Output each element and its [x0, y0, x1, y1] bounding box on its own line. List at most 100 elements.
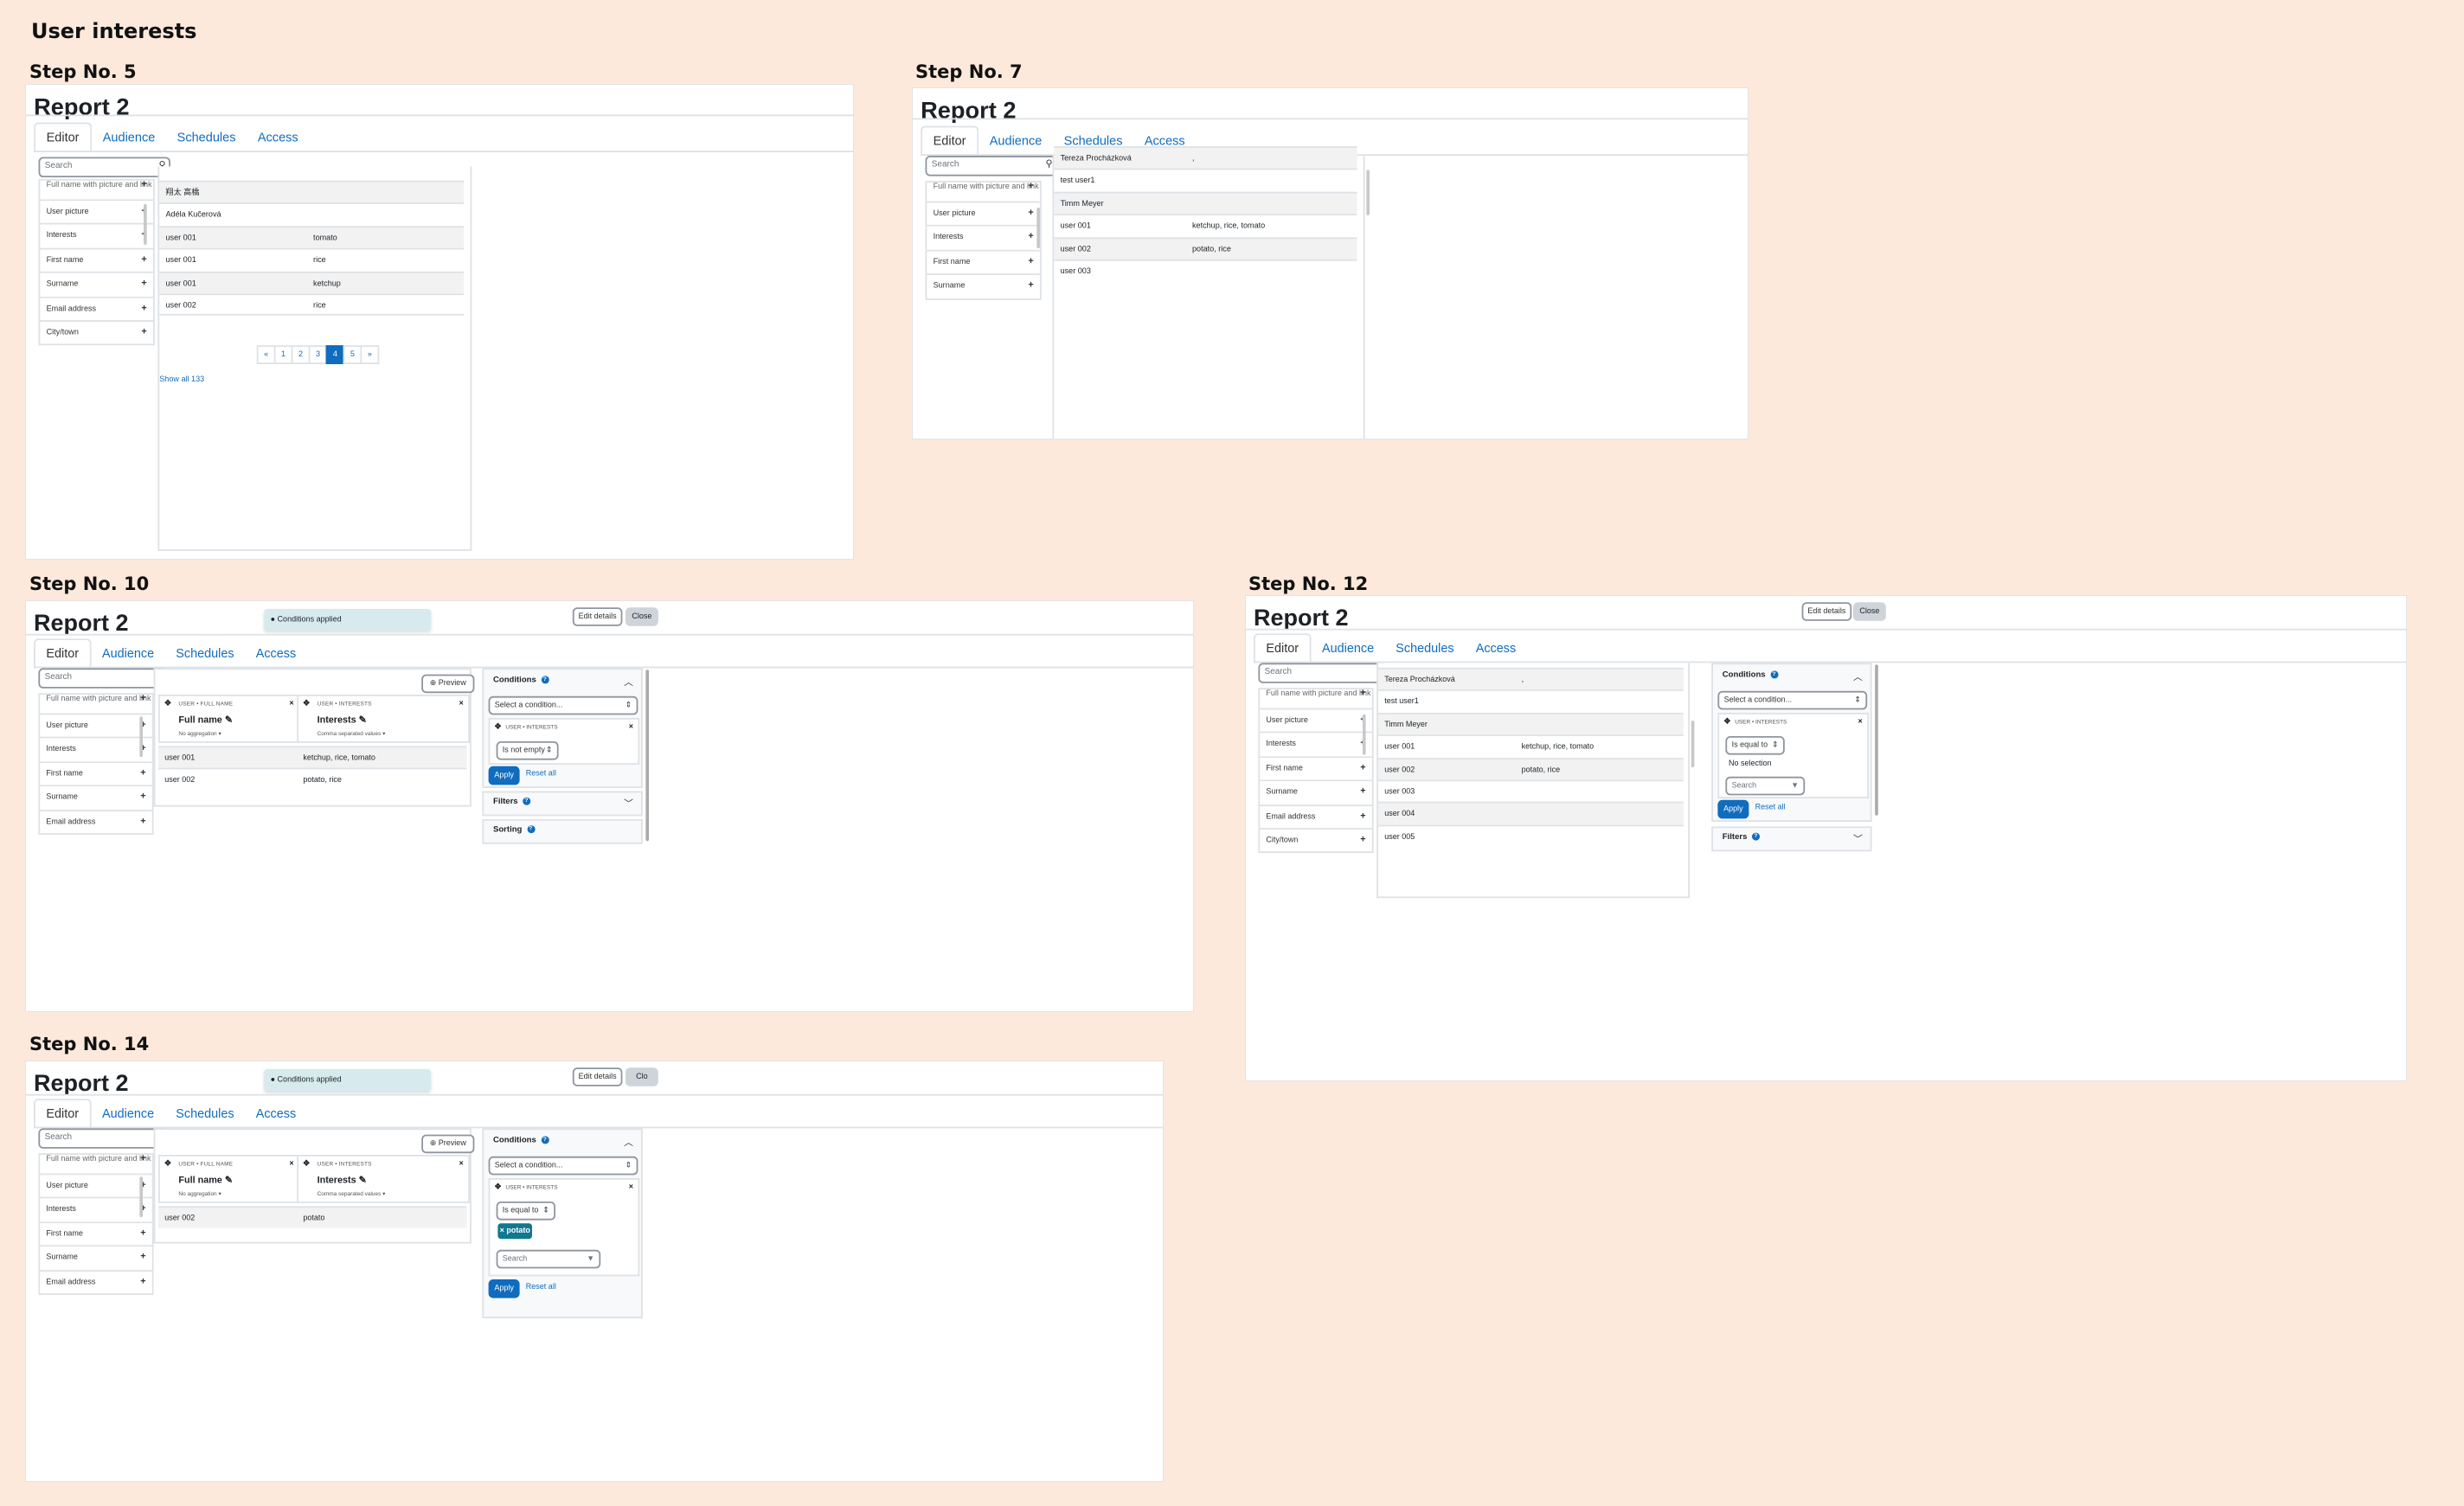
tab-editor[interactable]: Editor [921, 125, 979, 157]
sidebar-item-surname[interactable]: Surname + [38, 1246, 154, 1272]
move-icon[interactable]: ✥ [1724, 717, 1731, 727]
remove-column-icon[interactable]: × [289, 699, 293, 708]
remove-condition-icon[interactable]: × [629, 1182, 633, 1192]
column-header-interests[interactable]: ✥ × USER • INTERESTS Interests ✎ Comma se… [297, 1155, 470, 1203]
value-search-input[interactable]: Search ▼ [496, 1249, 601, 1269]
sorting-panel[interactable]: Sorting? [482, 819, 643, 844]
sidebar-item-surname[interactable]: Surname + [925, 275, 1042, 300]
tab-editor[interactable]: Editor [34, 1099, 92, 1129]
remove-column-icon[interactable]: × [459, 1159, 464, 1169]
page-scrollbar[interactable] [1875, 664, 1878, 816]
help-icon[interactable]: ? [541, 676, 549, 684]
filters-panel[interactable]: Filters? ﹀ [1711, 826, 1872, 852]
close-button[interactable]: Clo [626, 1067, 658, 1086]
table-scrollbar[interactable] [1691, 721, 1695, 767]
show-all-link[interactable]: Show all 133 [159, 375, 204, 385]
column-header-full-name[interactable]: ✥ × USER • FULL NAME Full name ✎ No aggre… [158, 695, 300, 743]
reset-all-link[interactable]: Reset all [526, 769, 556, 779]
tab-audience[interactable]: Audience [91, 1099, 164, 1128]
edit-icon[interactable]: ✎ [225, 716, 233, 726]
sidebar-item-fullname-picture[interactable]: Full name with picture and link + [1258, 688, 1374, 710]
tab-editor[interactable]: Editor [1254, 633, 1312, 663]
page-link[interactable]: 5 [343, 345, 363, 364]
sidebar-item-first-name[interactable]: First name + [38, 249, 155, 274]
column-header-interests[interactable]: ✥ × USER • INTERESTS Interests ✎ Comma se… [297, 695, 470, 743]
page-scrollbar[interactable] [645, 670, 649, 842]
sidebar-item-city[interactable]: City/town + [1258, 829, 1374, 854]
tab-audience[interactable]: Audience [1311, 633, 1384, 663]
sidebar-item-user-picture[interactable]: User picture+ [38, 1175, 154, 1200]
column-header-full-name[interactable]: ✥ × USER • FULL NAME Full name ✎ No aggre… [158, 1155, 300, 1203]
condition-select[interactable]: Select a condition... ⇕ [1717, 690, 1868, 710]
sidebar-item-first-name[interactable]: First name + [1258, 757, 1374, 782]
search-input[interactable]: Search⚲ [38, 1128, 170, 1149]
tab-audience[interactable]: Audience [979, 126, 1053, 156]
caret-down-icon[interactable]: ▾ [382, 730, 385, 736]
page-link[interactable]: 1 [273, 345, 293, 364]
remove-condition-icon[interactable]: × [629, 722, 633, 732]
sidebar-item-user-picture[interactable]: User picture+ [1258, 709, 1374, 734]
sidebar-item-interests[interactable]: Interests+ [38, 225, 155, 250]
chevron-down-icon[interactable]: ﹀ [1853, 831, 1863, 845]
tab-schedules[interactable]: Schedules [1385, 633, 1465, 663]
sidebar-item-fullname-picture[interactable]: Full name with picture and link + [38, 1153, 154, 1176]
sidebar-scrollbar[interactable] [1036, 207, 1040, 249]
sidebar-item-surname[interactable]: Surname + [38, 273, 155, 298]
chevron-up-icon[interactable]: ︿ [624, 675, 633, 689]
close-button[interactable]: Close [626, 607, 658, 626]
edit-icon[interactable]: ✎ [359, 1176, 367, 1186]
move-icon[interactable]: ✥ [164, 1159, 171, 1169]
sidebar-scrollbar[interactable] [139, 716, 143, 757]
sidebar-item-surname[interactable]: Surname + [1258, 781, 1374, 806]
operator-select[interactable]: Is equal to ⇕ [496, 1202, 555, 1221]
filters-panel[interactable]: Filters? ﹀ [482, 791, 643, 817]
page-link[interactable]: 4 [325, 345, 345, 364]
edit-details-button[interactable]: Edit details [572, 607, 623, 626]
close-button[interactable]: Close [1853, 602, 1886, 621]
move-icon[interactable]: ✥ [303, 699, 310, 708]
sidebar-item-first-name[interactable]: First name + [38, 1222, 154, 1247]
sidebar-item-email[interactable]: Email address + [1258, 805, 1374, 830]
search-input[interactable]: Search⚲ [38, 668, 170, 689]
sidebar-item-first-name[interactable]: First name + [925, 251, 1042, 276]
chevron-down-icon[interactable]: ﹀ [624, 796, 633, 810]
page-link[interactable]: 3 [308, 345, 328, 364]
edit-icon[interactable]: ✎ [225, 1176, 233, 1186]
tab-audience[interactable]: Audience [92, 123, 166, 152]
help-icon[interactable]: ? [541, 1136, 549, 1144]
move-icon[interactable]: ✥ [303, 1159, 310, 1169]
edit-details-button[interactable]: Edit details [572, 1067, 623, 1086]
preview-button[interactable]: ⊕ Preview [421, 1134, 475, 1154]
tab-access[interactable]: Access [245, 638, 307, 668]
apply-button[interactable]: Apply [1717, 799, 1749, 819]
tab-editor[interactable]: Editor [34, 638, 92, 669]
sidebar-item-city[interactable]: City/town + [38, 321, 155, 346]
condition-select[interactable]: Select a condition... ⇕ [488, 1156, 638, 1176]
remove-condition-icon[interactable]: × [1858, 717, 1863, 727]
sidebar-item-email[interactable]: Email address + [38, 811, 154, 835]
tab-access[interactable]: Access [1465, 633, 1527, 663]
help-icon[interactable]: ? [526, 825, 535, 834]
move-icon[interactable]: ✥ [495, 722, 502, 732]
tab-schedules[interactable]: Schedules [165, 638, 245, 668]
search-input[interactable]: Search⚲ [925, 156, 1057, 176]
help-icon[interactable]: ? [1769, 670, 1778, 679]
sidebar-scrollbar[interactable] [1363, 714, 1366, 755]
help-icon[interactable]: ? [523, 797, 531, 805]
sidebar-item-user-picture[interactable]: User picture+ [38, 715, 154, 740]
condition-select[interactable]: Select a condition... ⇕ [488, 695, 638, 715]
sidebar-item-first-name[interactable]: First name + [38, 762, 154, 787]
move-icon[interactable]: ✥ [164, 699, 171, 708]
caret-down-icon[interactable]: ▾ [218, 1190, 221, 1196]
sidebar-item-user-picture[interactable]: User picture+ [925, 202, 1042, 228]
selected-value-tag-potato[interactable]: × potato [497, 1223, 532, 1240]
sidebar-item-interests[interactable]: Interests+ [925, 227, 1042, 252]
caret-down-icon[interactable]: ▾ [218, 730, 221, 736]
operator-select[interactable]: Is not empty ⇕ [496, 741, 559, 760]
sidebar-item-fullname-picture[interactable]: Full name with picture and link + [925, 181, 1042, 203]
apply-button[interactable]: Apply [488, 766, 520, 785]
edit-icon[interactable]: ✎ [359, 716, 367, 726]
chevron-up-icon[interactable]: ︿ [624, 1135, 633, 1149]
search-input[interactable]: Search⚲ [1258, 663, 1389, 683]
tab-schedules[interactable]: Schedules [166, 123, 247, 152]
